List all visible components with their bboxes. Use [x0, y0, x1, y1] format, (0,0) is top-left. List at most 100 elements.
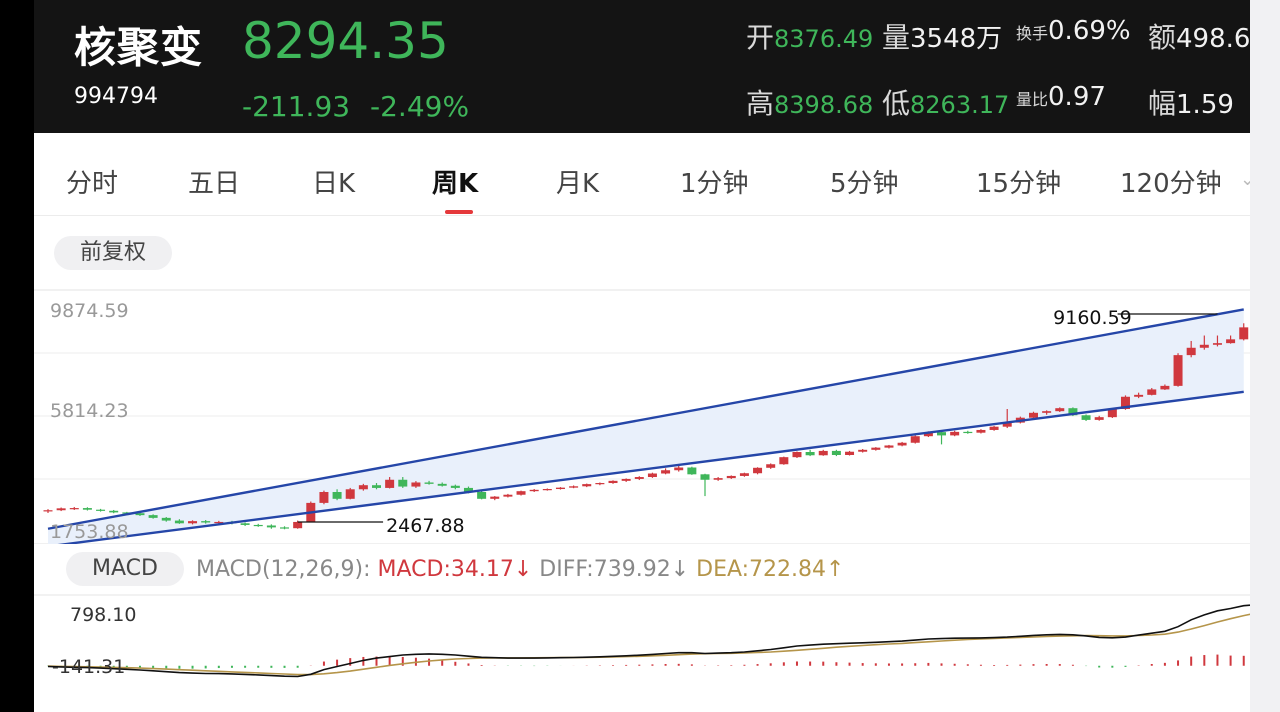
candle-body [766, 464, 776, 468]
candle-body [1042, 411, 1052, 413]
candle-body [674, 467, 684, 471]
price-axis-label: 9874.59 [50, 300, 129, 322]
candle-body [1239, 327, 1249, 340]
candle-body [109, 510, 119, 513]
candle-body [818, 450, 828, 456]
candle-body [1094, 417, 1104, 420]
stat-vol-ratio: 量比0.97 [1016, 82, 1106, 112]
high-annotation: 9160.59 [1053, 307, 1132, 329]
candle-body [161, 517, 171, 521]
right-edge [1250, 0, 1280, 712]
candle-body [950, 431, 960, 436]
stat-open: 开8376.49 [746, 21, 874, 54]
candle-body [1160, 385, 1170, 390]
candle-body [910, 436, 920, 443]
candle-body [398, 479, 408, 487]
stat-volume: 量3548万 [882, 21, 1003, 54]
candle-body [1081, 415, 1091, 420]
candle-body [858, 449, 868, 452]
candle-body [253, 524, 263, 527]
candle-body [332, 492, 342, 499]
candle-body [555, 487, 565, 490]
stat-amplitude: 幅1.59 [1148, 87, 1234, 120]
candle-body [82, 508, 92, 510]
candle-body [687, 467, 697, 475]
candle-body [477, 492, 487, 499]
left-edge [0, 0, 34, 712]
candle-body [148, 515, 158, 518]
candle-body [503, 494, 513, 497]
kline-chart: 9874.59 5814.23 1753.88 9160.59 2467.88 798.1… [34, 289, 1250, 678]
candle-body [726, 475, 736, 479]
candle-body [792, 452, 802, 458]
price-axis-label: 5814.23 [50, 400, 129, 422]
candle-body [897, 442, 907, 446]
price-panel-mask [34, 544, 1250, 548]
candle-body [937, 432, 947, 436]
candle-body [201, 521, 211, 523]
channel-upper-line [47, 308, 1244, 530]
dea-value: DEA:722.84 [696, 557, 827, 582]
candle-body [661, 470, 671, 474]
candle-body [831, 450, 841, 455]
quote-stats: 开8376.49 量3548万 换手0.69% 额498.6 高8398.68 … [746, 0, 1250, 133]
diff-line [47, 604, 1250, 678]
candle-body [608, 480, 618, 484]
candle-body [963, 431, 973, 434]
macd-axis-label: 798.10 [70, 604, 136, 626]
candle-body [989, 426, 999, 430]
candle-body [739, 473, 749, 476]
candle-body [779, 457, 789, 465]
candle-body [621, 478, 631, 481]
candle-body [1029, 412, 1038, 418]
candle-body [293, 521, 303, 529]
macd-value: MACD:34.17 [377, 557, 514, 582]
candle-body [424, 482, 434, 484]
candle-body [266, 525, 276, 528]
channel-fill [48, 309, 1244, 547]
candle-body [56, 508, 66, 511]
price-change: -211.93 [242, 90, 351, 123]
macd-indicator-button[interactable]: MACD [66, 552, 184, 586]
candle-body [976, 429, 986, 433]
candle-body [871, 447, 881, 450]
candle-body [647, 473, 657, 478]
candle-body [385, 479, 395, 488]
candle-body [174, 520, 184, 524]
macd-axis-label: -141.31 [52, 656, 125, 678]
macd-params: MACD(12,26,9): [196, 557, 371, 582]
candle-body [700, 474, 710, 480]
candle-body [411, 482, 421, 487]
candle-body [845, 451, 855, 455]
candle-body [490, 496, 500, 499]
dea-line [47, 613, 1250, 676]
candle-body [1226, 339, 1236, 344]
candle-body [569, 486, 579, 488]
candle-body [240, 523, 250, 525]
candle-body [753, 467, 763, 474]
candle-body [280, 527, 290, 529]
price-axis-label: 1753.88 [50, 521, 129, 543]
stat-low: 低8263.17 [882, 87, 1010, 120]
candle-body [188, 521, 198, 524]
candle-body [529, 489, 539, 492]
stat-high: 高8398.68 [746, 87, 874, 120]
candle-body [43, 510, 53, 512]
candle-body [1173, 355, 1183, 386]
candle-body [1055, 408, 1065, 412]
channel-lower-line [47, 390, 1244, 548]
candle-body [319, 492, 329, 503]
candle-body [1199, 344, 1209, 348]
candle-body [450, 485, 460, 488]
candle-body [1212, 343, 1222, 345]
chart-area: 分时 五日 日K 周K 月K 1分钟 5分钟 15分钟 120分钟 ⌄ 前复权 … [34, 133, 1250, 712]
candle-body [358, 485, 368, 490]
candle-body [582, 484, 592, 487]
candle-body [516, 491, 526, 495]
candle-body [437, 483, 447, 486]
candle-body [1186, 347, 1196, 356]
stock-name: 核聚变 [74, 23, 204, 72]
candle-body [634, 477, 644, 479]
price-change-pct: -2.49% [370, 90, 470, 123]
quote-header: 核聚变 994794 8294.35 -211.93 -2.49% 开8376.… [34, 0, 1250, 133]
